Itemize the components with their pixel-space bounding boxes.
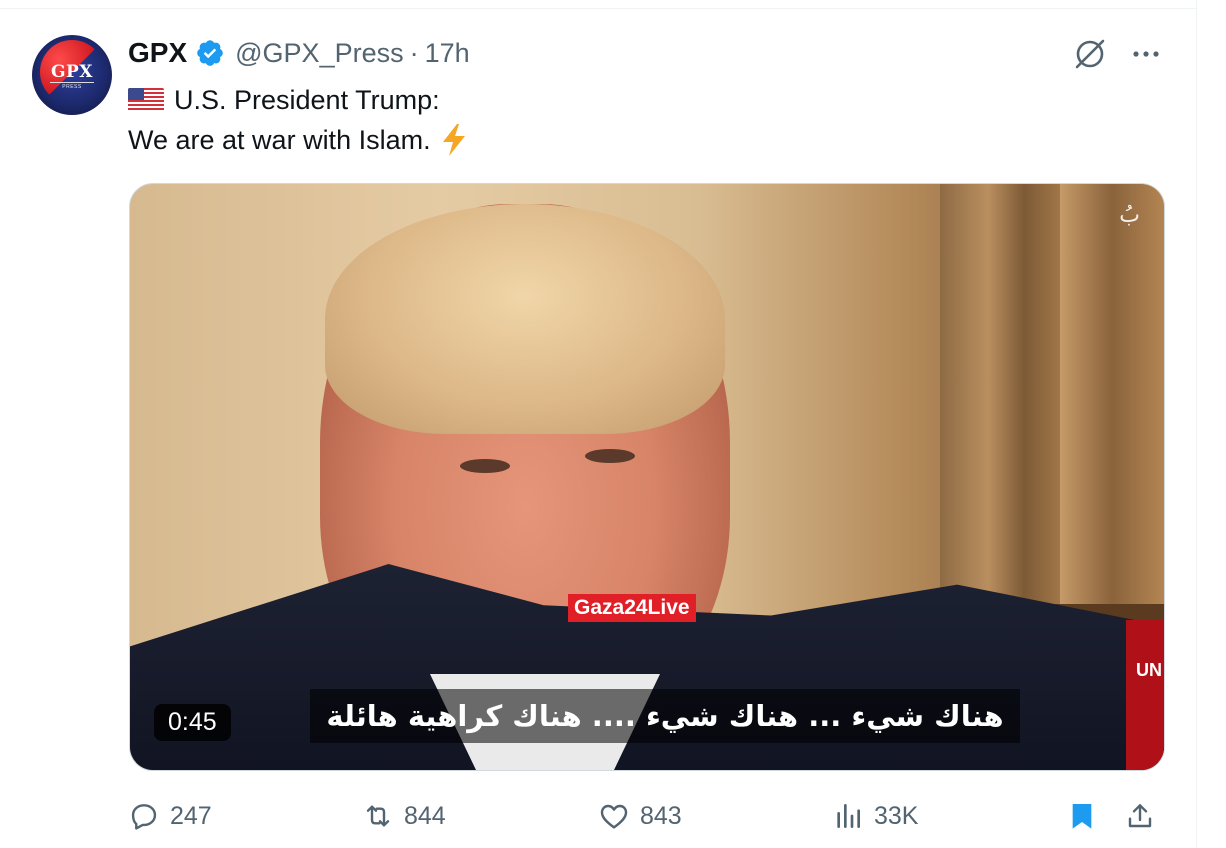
avatar-logo-line [50, 82, 94, 83]
avatar-logo-text: GPX [51, 62, 93, 82]
tweet-text-line2: We are at war with Islam. [128, 122, 469, 158]
channel-tag: Gaza24Live [568, 594, 696, 622]
reply-button[interactable]: 247 [128, 796, 212, 836]
views-icon [837, 804, 860, 828]
separator-dot: · [409, 37, 419, 68]
top-divider [0, 8, 1197, 9]
timestamp[interactable]: 17h [425, 38, 470, 69]
repost-button[interactable]: 844 [362, 796, 446, 836]
news-ticker-text: UN [1136, 660, 1162, 680]
lightning-icon [442, 124, 465, 156]
news-ticker [1126, 620, 1164, 770]
bookmark-icon [1072, 804, 1092, 829]
video-subject-hair [325, 204, 725, 434]
tweet-text-line1: U.S. President Trump: [128, 82, 440, 118]
more-icon[interactable] [1128, 44, 1164, 64]
video-bg-curtain-left [940, 184, 1060, 624]
tweet-header: GPX @GPX_Press · 17h [128, 36, 470, 70]
video-subject-eye-right [585, 449, 635, 463]
video-subtitle: هناك شيء ... هناك شيء .... هناك كراهية ه… [310, 689, 1020, 743]
video-watermark: بُ [1119, 202, 1140, 227]
tweet-text-1: U.S. President Trump: [174, 84, 440, 115]
video-subject-eye-left [460, 459, 510, 473]
views-count: 33K [874, 801, 919, 830]
video-player[interactable]: بُ Gaza24Live UN هناك شيء ... هناك شيء .… [129, 183, 1165, 771]
avatar-logo-subtext: PRESS [62, 84, 82, 90]
views-button[interactable]: 33K [832, 796, 918, 836]
repost-count: 844 [404, 801, 446, 830]
reply-icon [131, 804, 157, 830]
right-divider [1196, 0, 1197, 848]
bookmark-button[interactable] [1066, 796, 1108, 836]
repost-icon [366, 805, 390, 827]
video-bg-curtain-right [1060, 184, 1164, 614]
action-bar: 247 844 843 33K [128, 796, 1168, 836]
reply-count: 247 [170, 801, 212, 830]
like-button[interactable]: 843 [598, 796, 682, 836]
like-count: 843 [640, 801, 682, 830]
like-icon [600, 804, 628, 829]
handle[interactable]: @GPX_Press [235, 38, 403, 69]
tweet-text-2: We are at war with Islam. [128, 124, 431, 155]
verified-badge-icon[interactable] [195, 38, 225, 68]
flag-us-icon [128, 88, 164, 112]
video-duration: 0:45 [154, 704, 231, 741]
display-name[interactable]: GPX [128, 37, 187, 69]
grok-icon[interactable] [1072, 36, 1108, 72]
share-icon [1128, 804, 1152, 828]
share-button[interactable] [1124, 796, 1166, 836]
